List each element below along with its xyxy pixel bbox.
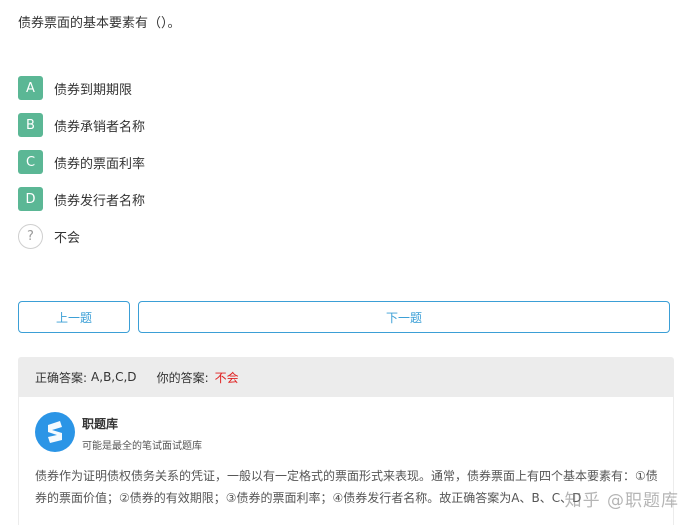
option-b-badge: B <box>18 113 43 137</box>
option-c[interactable]: C 债券的票面利率 <box>18 150 618 174</box>
option-list: A 债券到期期限 B 债券承销者名称 C 债券的票面利率 D 债券发行者名称 ?… <box>18 76 618 261</box>
brand-slogan: 可能是最全的笔试面试题库 <box>82 441 202 452</box>
option-c-badge: C <box>18 150 43 174</box>
brand-name: 职题库 <box>82 417 119 431</box>
option-d-badge: D <box>18 187 43 211</box>
prev-question-button[interactable]: 上一题 <box>18 301 130 333</box>
option-unknown[interactable]: ? 不会 <box>18 223 618 249</box>
option-a-label: 债券到期期限 <box>54 82 133 98</box>
option-unknown-label: 不会 <box>54 230 81 246</box>
answer-bar: 正确答案: A,B,C,D 你的答案: 不会 <box>18 357 674 397</box>
next-question-button[interactable]: 下一题 <box>138 301 670 333</box>
correct-answer-value: A,B,C,D <box>91 370 137 384</box>
brand-logo-icon <box>35 412 75 452</box>
question-text: 债券票面的基本要素有（）。 <box>18 16 181 31</box>
correct-answer-label: 正确答案: <box>35 370 88 385</box>
your-answer-value: 不会 <box>214 370 239 385</box>
option-d-label: 债券发行者名称 <box>54 193 146 209</box>
option-a[interactable]: A 债券到期期限 <box>18 76 618 100</box>
your-answer-label: 你的答案: <box>156 370 209 385</box>
option-b[interactable]: B 债券承销者名称 <box>18 113 618 137</box>
option-b-label: 债券承销者名称 <box>54 119 146 135</box>
option-d[interactable]: D 债券发行者名称 <box>18 187 618 211</box>
watermark: 知乎 @职题库 <box>564 491 679 511</box>
option-c-label: 债券的票面利率 <box>54 156 146 172</box>
question-mark-icon: ? <box>18 223 43 249</box>
option-a-badge: A <box>18 76 43 100</box>
